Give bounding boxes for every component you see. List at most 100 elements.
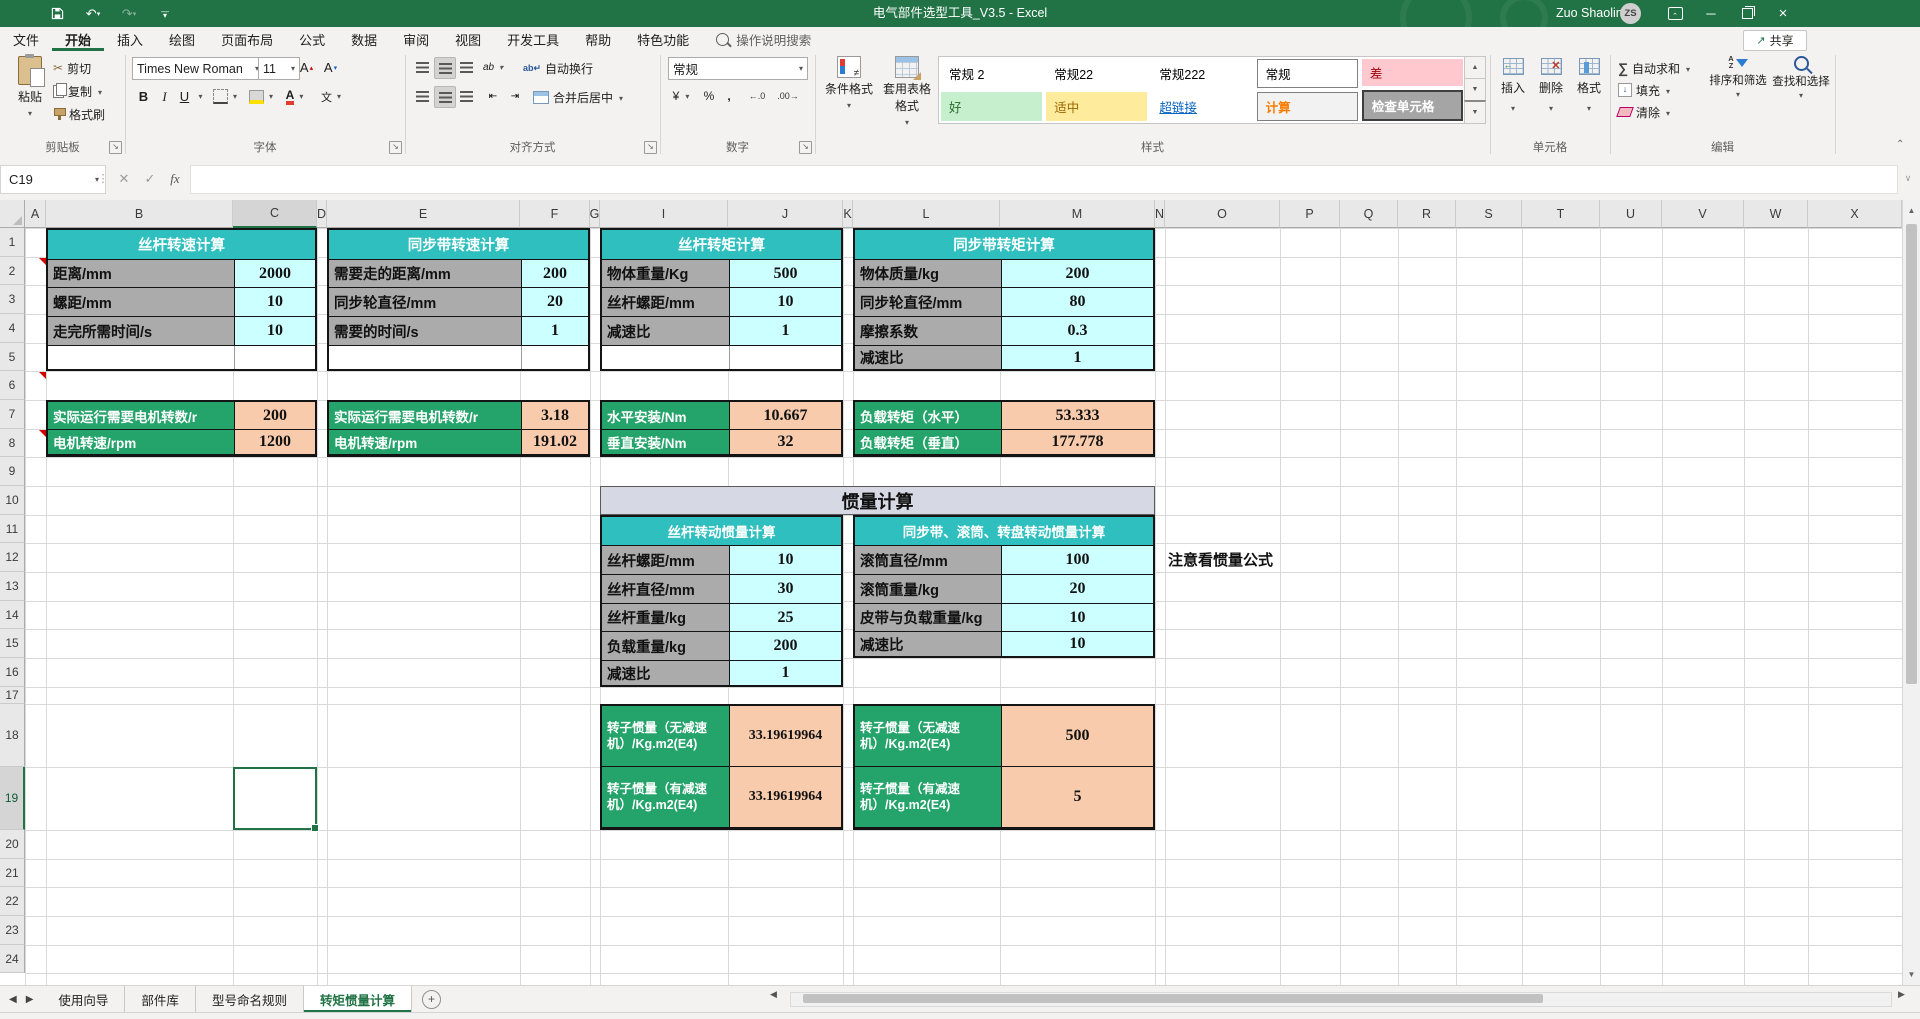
result-label-cell[interactable]: 转子惯量（无减速机）/Kg.m2(E4) — [602, 706, 730, 767]
result-value-cell[interactable]: 33.19619964 — [730, 767, 841, 828]
value-cell[interactable]: 2000 — [235, 260, 315, 288]
sheet-nav-right[interactable]: ▶ — [26, 986, 43, 1012]
worksheet[interactable]: ABCDEFGIJKLMNOPQRSTUVWX12345678910111213… — [0, 0, 1920, 1019]
column-header-Q[interactable]: Q — [1340, 200, 1398, 228]
result-value-cell[interactable]: 500 — [1002, 706, 1153, 767]
empty-cell[interactable] — [329, 346, 522, 369]
column-header-R[interactable]: R — [1398, 200, 1456, 228]
result-value-cell[interactable]: 191.02 — [522, 430, 588, 455]
label-cell[interactable]: 负载重量/kg — [602, 632, 730, 661]
label-cell[interactable]: 丝杆螺距/mm — [602, 546, 730, 575]
result-value-cell[interactable]: 10.667 — [730, 402, 841, 430]
column-header-O[interactable]: O — [1165, 200, 1280, 228]
sheet-tab-guide[interactable]: 使用向导 — [42, 986, 125, 1012]
row-header-6[interactable]: 6 — [0, 371, 25, 400]
table-title-cell[interactable]: 丝杆转动惯量计算 — [602, 517, 841, 546]
result-label-cell[interactable]: 实际运行需要电机转数/r — [48, 402, 235, 430]
value-cell[interactable]: 1 — [522, 317, 588, 346]
table-title-cell[interactable]: 同步带转速计算 — [329, 230, 588, 260]
label-cell[interactable]: 螺距/mm — [48, 288, 235, 317]
column-header-K[interactable]: K — [843, 200, 853, 228]
row-header-12[interactable]: 12 — [0, 543, 25, 572]
table-title-cell[interactable]: 丝杆转速计算 — [48, 230, 315, 260]
label-cell[interactable]: 滚筒直径/mm — [855, 546, 1002, 575]
value-cell[interactable]: 80 — [1002, 288, 1153, 317]
sheet-nav-left[interactable]: ◀ — [0, 986, 26, 1012]
result-value-cell[interactable]: 32 — [730, 430, 841, 455]
result-value-cell[interactable]: 200 — [235, 402, 315, 430]
row-header-16[interactable]: 16 — [0, 658, 25, 687]
row-header-19[interactable]: 19 — [0, 767, 25, 830]
row-header-2[interactable]: 2 — [0, 257, 25, 285]
row-header-7[interactable]: 7 — [0, 400, 25, 429]
row-header-11[interactable]: 11 — [0, 515, 25, 543]
row-header-21[interactable]: 21 — [0, 859, 25, 887]
value-cell[interactable]: 20 — [522, 288, 588, 317]
value-cell[interactable]: 10 — [235, 288, 315, 317]
label-cell[interactable]: 丝杆螺距/mm — [602, 288, 730, 317]
label-cell[interactable]: 丝杆直径/mm — [602, 575, 730, 604]
sheet-tab-parts[interactable]: 部件库 — [125, 986, 196, 1012]
value-cell[interactable]: 1 — [730, 317, 841, 346]
empty-cell[interactable] — [48, 346, 235, 369]
sheet-tab-torque-inertia[interactable]: 转矩惯量计算 — [304, 986, 412, 1012]
label-cell[interactable]: 滚筒重量/kg — [855, 575, 1002, 604]
result-value-cell[interactable]: 1200 — [235, 430, 315, 455]
result-label-cell[interactable]: 水平安装/Nm — [602, 402, 730, 430]
row-header-24[interactable]: 24 — [0, 945, 25, 973]
row-header-5[interactable]: 5 — [0, 343, 25, 371]
column-header-A[interactable]: A — [25, 200, 46, 228]
result-label-cell[interactable]: 负载转矩（垂直） — [855, 430, 1002, 455]
result-label-cell[interactable]: 转子惯量（无减速机）/Kg.m2(E4) — [855, 706, 1002, 767]
empty-cell[interactable] — [522, 346, 588, 369]
result-label-cell[interactable]: 负载转矩（水平） — [855, 402, 1002, 430]
value-cell[interactable]: 25 — [730, 604, 841, 632]
column-header-W[interactable]: W — [1744, 200, 1808, 228]
selected-cell-C19[interactable] — [233, 767, 317, 830]
column-header-L[interactable]: L — [853, 200, 1000, 228]
scroll-up-icon[interactable]: ▲ — [1903, 206, 1920, 215]
label-cell[interactable]: 丝杆重量/kg — [602, 604, 730, 632]
empty-cell[interactable] — [602, 346, 730, 369]
result-value-cell[interactable]: 5 — [1002, 767, 1153, 828]
value-cell[interactable]: 10 — [730, 288, 841, 317]
result-value-cell[interactable]: 177.778 — [1002, 430, 1153, 455]
column-header-U[interactable]: U — [1600, 200, 1662, 228]
row-header-20[interactable]: 20 — [0, 830, 25, 859]
value-cell[interactable]: 1 — [1002, 346, 1153, 369]
value-cell[interactable]: 200 — [1002, 260, 1153, 288]
label-cell[interactable]: 减速比 — [855, 346, 1002, 369]
row-header-4[interactable]: 4 — [0, 314, 25, 343]
label-cell[interactable]: 减速比 — [855, 632, 1002, 656]
value-cell[interactable]: 200 — [730, 632, 841, 661]
hscroll-right-icon[interactable]: ▶ — [1898, 989, 1905, 1000]
column-header-M[interactable]: M — [1000, 200, 1155, 228]
column-header-P[interactable]: P — [1280, 200, 1340, 228]
result-value-cell[interactable]: 33.19619964 — [730, 706, 841, 767]
row-header-17[interactable]: 17 — [0, 687, 25, 704]
label-cell[interactable]: 同步轮直径/mm — [855, 288, 1002, 317]
label-cell[interactable]: 减速比 — [602, 661, 730, 685]
column-header-I[interactable]: I — [600, 200, 728, 228]
table-title-cell[interactable]: 同步带、滚筒、转盘转动惯量计算 — [855, 517, 1153, 546]
label-cell[interactable]: 需要的时间/s — [329, 317, 522, 346]
label-cell[interactable]: 物体质量/kg — [855, 260, 1002, 288]
column-header-D[interactable]: D — [317, 200, 327, 228]
horizontal-scroll-thumb[interactable] — [803, 994, 1543, 1003]
empty-cell[interactable] — [730, 346, 841, 369]
value-cell[interactable]: 10 — [730, 546, 841, 575]
table-title-cell[interactable]: 同步带转矩计算 — [855, 230, 1153, 260]
column-header-J[interactable]: J — [728, 200, 843, 228]
row-header-10[interactable]: 10 — [0, 486, 25, 515]
value-cell[interactable]: 20 — [1002, 575, 1153, 604]
column-header-C[interactable]: C — [233, 200, 317, 228]
new-sheet-button[interactable]: + — [422, 990, 441, 1009]
value-cell[interactable]: 10 — [1002, 632, 1153, 656]
result-label-cell[interactable]: 垂直安装/Nm — [602, 430, 730, 455]
sheet-tab-naming[interactable]: 型号命名规则 — [196, 986, 304, 1012]
label-cell[interactable]: 皮带与负载重量/kg — [855, 604, 1002, 632]
row-header-23[interactable]: 23 — [0, 916, 25, 945]
column-header-F[interactable]: F — [520, 200, 590, 228]
label-cell[interactable]: 物体重量/Kg — [602, 260, 730, 288]
column-header-B[interactable]: B — [46, 200, 233, 228]
